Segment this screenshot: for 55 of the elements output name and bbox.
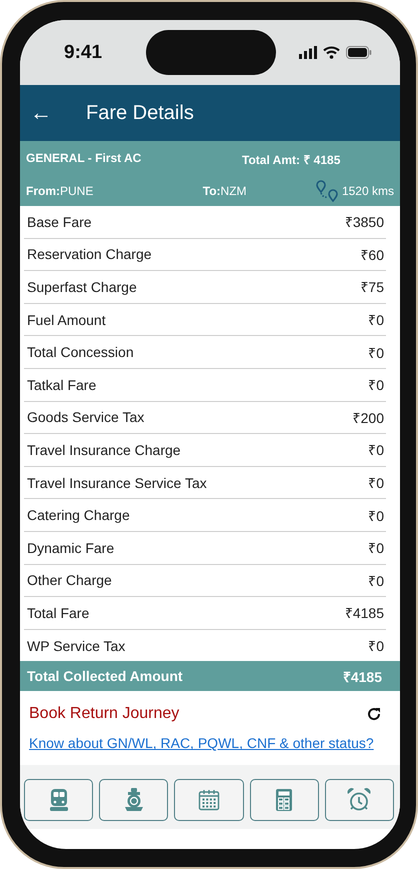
- to-station: To:NZM: [202, 184, 247, 198]
- fare-label: Base Fare: [27, 214, 92, 230]
- toolbar-button[interactable]: [174, 779, 244, 822]
- fare-value: ₹0: [368, 376, 384, 394]
- back-button[interactable]: ←: [30, 100, 52, 126]
- fare-value: ₹0: [368, 506, 384, 525]
- refresh-icon[interactable]: [366, 706, 382, 722]
- fare-label: Total Concession: [27, 344, 134, 360]
- toolbar-button[interactable]: [250, 779, 319, 822]
- class-label: GENERAL - First AC: [26, 151, 142, 167]
- from-station: From:PUNE: [26, 184, 94, 198]
- fare-label: Travel Insurance Charge: [27, 442, 181, 458]
- book-return-link[interactable]: Book Return Journey: [29, 705, 180, 724]
- calendar-icon: [198, 789, 220, 812]
- total-amount: Total Amt: ₹ 4185: [241, 152, 342, 168]
- distance: 1520 kms: [342, 184, 394, 198]
- toolbar-button[interactable]: [99, 779, 168, 822]
- fare-value: ₹0: [368, 637, 384, 656]
- route-pins-icon: [316, 180, 340, 202]
- fare-value: ₹0: [368, 572, 384, 590]
- alarm-clock-icon: [347, 788, 372, 812]
- train-icon: [48, 788, 70, 812]
- fare-label: Reservation Charge: [27, 246, 152, 262]
- fare-value: ₹0: [368, 441, 384, 460]
- fare-value: ₹3850: [344, 213, 384, 232]
- battery-icon: [346, 46, 372, 59]
- toolbar-button[interactable]: [324, 779, 394, 822]
- fare-label: Travel Insurance Service Tax: [27, 474, 207, 491]
- page-title: Fare Details: [86, 102, 194, 124]
- status-info-link[interactable]: Know about GN/WL, RAC, PQWL, CNF & other status?: [20, 723, 400, 752]
- fare-label: Superfast Charge: [27, 278, 137, 295]
- calculator-icon: [275, 788, 294, 812]
- fare-value: ₹60: [360, 246, 384, 264]
- total-collected-label: Total Collected Amount: [27, 668, 183, 684]
- fare-label: Catering Charge: [27, 507, 130, 524]
- fare-label: Other Charge: [27, 572, 112, 588]
- status-time: 9:41: [64, 42, 102, 64]
- toolbar-button[interactable]: [24, 779, 94, 822]
- total-collected-value: ₹4185: [342, 668, 382, 686]
- fare-label: Total Fare: [27, 604, 90, 621]
- signal-icon: [299, 46, 317, 59]
- fare-value: ₹0: [368, 539, 384, 558]
- fare-value: ₹0: [368, 474, 384, 492]
- fare-label: Fuel Amount: [27, 312, 106, 328]
- fare-value: ₹75: [360, 278, 384, 296]
- wifi-icon: [323, 46, 340, 59]
- fare-label: WP Service Tax: [27, 638, 126, 654]
- fare-label: Goods Service Tax: [27, 409, 144, 426]
- fare-label: Dynamic Fare: [27, 540, 114, 556]
- fare-value: ₹200: [352, 408, 384, 427]
- locomotive-icon: [122, 788, 145, 812]
- fare-value: ₹4185: [344, 604, 384, 622]
- fare-value: ₹0: [368, 344, 384, 362]
- fare-label: Tatkal Fare: [27, 376, 96, 393]
- fare-value: ₹0: [368, 311, 384, 330]
